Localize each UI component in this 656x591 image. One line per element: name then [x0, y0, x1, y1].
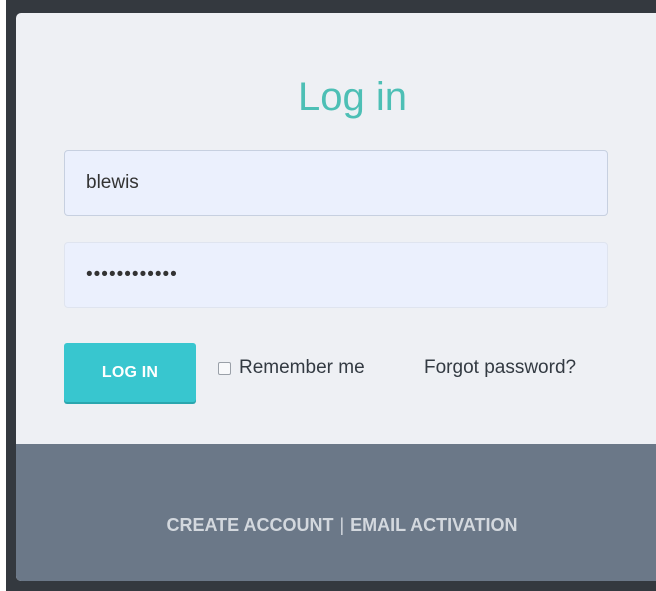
email-activation-link[interactable]: EMAIL ACTIVATION: [350, 515, 517, 535]
remember-me-checkbox[interactable]: [218, 361, 231, 375]
card-footer: CREATE ACCOUNT | EMAIL ACTIVATION: [16, 444, 656, 581]
remember-me-option[interactable]: Remember me: [218, 356, 365, 380]
create-account-link[interactable]: CREATE ACCOUNT: [166, 515, 333, 535]
login-card: Log in LOG IN Remember me Forgot passwor…: [16, 13, 656, 581]
password-input[interactable]: [64, 242, 608, 308]
footer-separator: |: [339, 515, 345, 535]
username-input[interactable]: [64, 150, 608, 216]
footer-links: CREATE ACCOUNT | EMAIL ACTIVATION: [16, 513, 656, 537]
remember-me-label: Remember me: [239, 357, 365, 378]
forgot-password-link[interactable]: Forgot password?: [424, 356, 576, 380]
login-button[interactable]: LOG IN: [64, 343, 196, 402]
page-title: Log in: [298, 75, 407, 119]
